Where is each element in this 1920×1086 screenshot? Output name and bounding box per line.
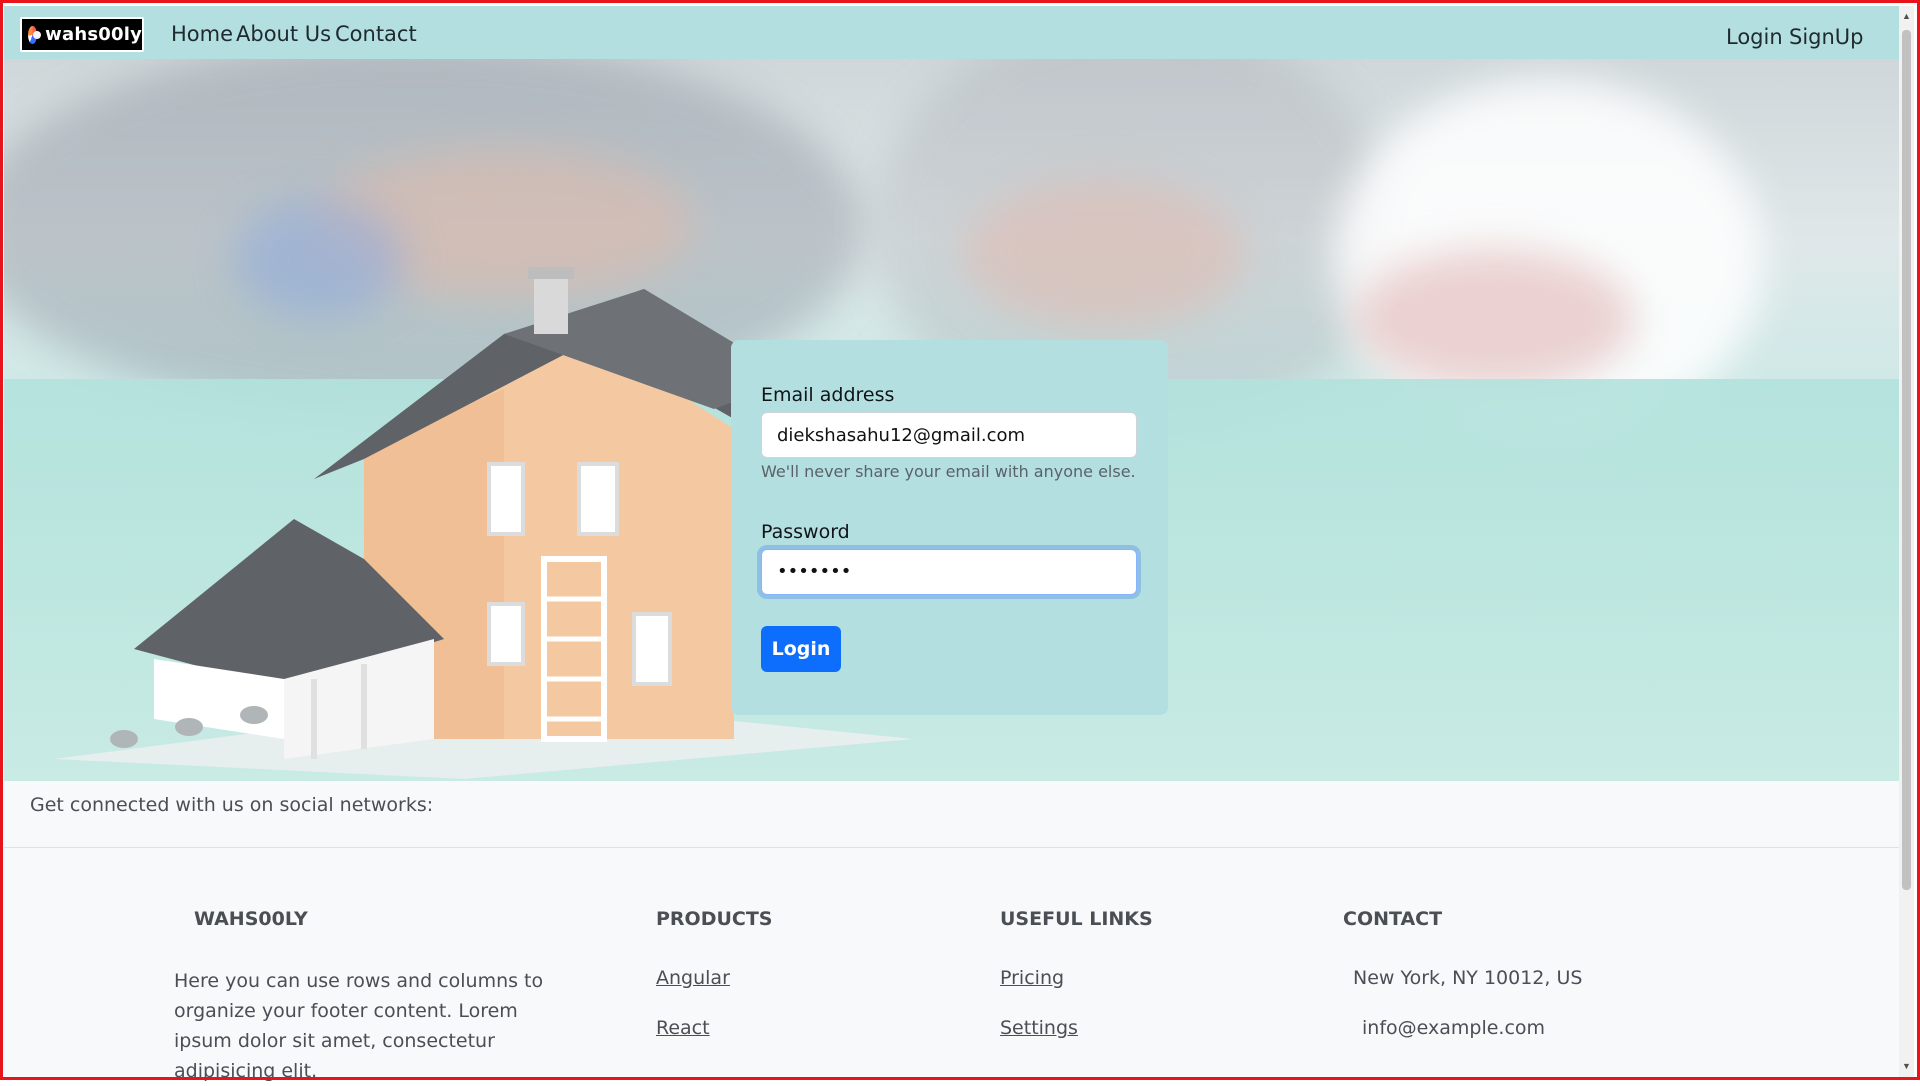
nav-contact-link[interactable]: Contact — [335, 22, 417, 46]
nav-home-link[interactable]: Home — [171, 22, 233, 46]
navbar: wahs00ly Home About Us Contact Login Sig… — [4, 6, 1899, 59]
nav-login-link[interactable]: Login — [1726, 25, 1783, 49]
contact-email-text: info@example.com — [1362, 1017, 1546, 1039]
social-networks-text: Get connected with us on social networks… — [30, 794, 434, 816]
footer-link-react[interactable]: React — [656, 1017, 710, 1039]
email-label: Email address — [761, 384, 895, 406]
email-help-text: We'll never share your email with anyone… — [761, 462, 1136, 481]
footer-contact-title: CONTACT — [1343, 908, 1443, 930]
footer-link-settings[interactable]: Settings — [1000, 1017, 1078, 1039]
scroll-up-icon[interactable]: ▲ — [1899, 8, 1914, 24]
brand-name: wahs00ly — [45, 24, 142, 45]
page-scrollbar[interactable]: ▲ ▼ — [1899, 6, 1914, 1077]
scroll-down-icon[interactable]: ▼ — [1899, 1058, 1914, 1074]
brand-logo-icon — [28, 25, 42, 44]
footer-products-title: PRODUCTS — [656, 908, 773, 930]
nav-signup-link[interactable]: SignUp — [1789, 25, 1864, 49]
footer-useful-links-title: USEFUL LINKS — [1000, 908, 1153, 930]
background-shape — [1354, 249, 1634, 389]
footer: Get connected with us on social networks… — [4, 781, 1899, 1082]
login-form: Email address We'll never share your ema… — [731, 340, 1168, 715]
contact-address-text: New York, NY 10012, US — [1353, 967, 1583, 989]
login-submit-button[interactable]: Login — [761, 626, 841, 672]
brand-logo-link[interactable]: wahs00ly — [20, 17, 144, 52]
hero-background: Email address We'll never share your ema… — [4, 59, 1899, 781]
scroll-thumb[interactable] — [1902, 30, 1911, 890]
email-field[interactable] — [761, 412, 1137, 458]
footer-link-angular[interactable]: Angular — [656, 967, 730, 989]
nav-about-link[interactable]: About Us — [236, 22, 331, 46]
footer-about-text: Here you can use rows and columns to org… — [174, 970, 544, 1082]
password-label: Password — [761, 521, 850, 543]
footer-divider — [4, 847, 1899, 848]
background-shape — [964, 179, 1244, 329]
password-field[interactable]: ••••••• — [761, 549, 1137, 595]
footer-brand-title: WAHS00LY — [194, 908, 308, 930]
footer-link-pricing[interactable]: Pricing — [1000, 967, 1064, 989]
